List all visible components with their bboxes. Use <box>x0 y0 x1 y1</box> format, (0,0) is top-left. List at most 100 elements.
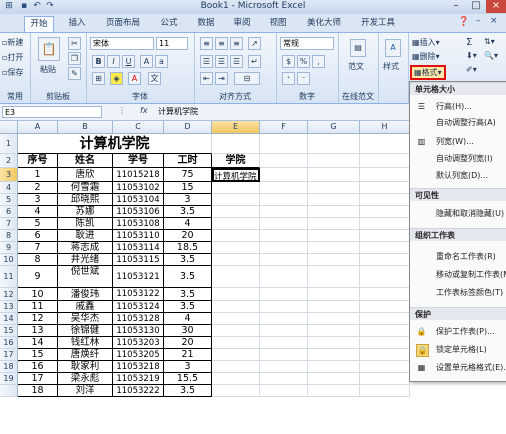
sort-filter-icon[interactable]: ⇅▾ <box>484 37 495 46</box>
row-header-1[interactable]: 1 <box>0 134 18 154</box>
cell[interactable] <box>212 385 260 397</box>
cell[interactable] <box>308 361 360 373</box>
row-header-3[interactable]: 3 <box>0 168 18 182</box>
cell[interactable] <box>212 337 260 349</box>
cell[interactable] <box>260 301 308 313</box>
data-cell[interactable]: 11053124 <box>113 301 164 313</box>
data-cell[interactable]: 苏娜 <box>58 206 113 218</box>
currency-icon[interactable]: $ <box>282 55 295 68</box>
menu-item-tab-color[interactable]: 工作表标签颜色(T) <box>410 285 506 300</box>
row-header-6[interactable]: 6 <box>0 206 18 218</box>
cell[interactable] <box>308 266 360 288</box>
data-cell[interactable]: 7 <box>18 242 58 254</box>
cell[interactable] <box>260 385 308 397</box>
cell[interactable] <box>308 349 360 361</box>
fill-icon[interactable]: ⬇▾ <box>466 51 477 60</box>
data-cell[interactable]: 3.5 <box>164 206 212 218</box>
cell[interactable] <box>360 266 410 288</box>
row-header-9[interactable]: 9 <box>0 242 18 254</box>
column-header-g[interactable]: G <box>308 121 360 134</box>
data-cell[interactable]: 耿家利 <box>58 361 113 373</box>
data-cell[interactable]: 倪世斌 <box>58 266 113 288</box>
template-button[interactable]: 范文 <box>348 61 364 72</box>
menu-item-move-copy[interactable]: 移动或复制工作表(M)... <box>410 267 506 282</box>
cell[interactable] <box>260 266 308 288</box>
align-left-icon[interactable]: ☰ <box>200 55 213 68</box>
data-cell[interactable]: 15 <box>164 182 212 194</box>
tab-insert[interactable]: 插入 <box>62 16 92 31</box>
menu-item-lock-cell[interactable]: 🔒 锁定单元格(L) <box>410 342 506 357</box>
grow-font-icon[interactable]: A <box>140 55 153 68</box>
cell[interactable] <box>308 313 360 325</box>
data-cell[interactable]: 11053222 <box>113 385 164 397</box>
help-icon[interactable]: ❓ <box>458 17 469 27</box>
new-button[interactable]: ▫新建 <box>2 37 23 48</box>
cell[interactable] <box>360 154 410 168</box>
align-top-icon[interactable]: ≡ <box>200 37 213 50</box>
data-cell[interactable]: 吴华杰 <box>58 313 113 325</box>
data-cell[interactable]: 3.5 <box>164 266 212 288</box>
cell[interactable] <box>260 230 308 242</box>
cell[interactable] <box>360 134 410 154</box>
column-header-b[interactable]: B <box>58 121 113 134</box>
styles-button[interactable]: 样式 <box>383 61 399 72</box>
fx-button[interactable]: fx <box>140 106 148 115</box>
tab-review[interactable]: 审阅 <box>227 16 257 31</box>
row-header-10[interactable]: 10 <box>0 254 18 266</box>
data-cell[interactable]: 邱晓熙 <box>58 194 113 206</box>
data-cell[interactable]: 11053203 <box>113 337 164 349</box>
data-cell[interactable]: 13 <box>18 325 58 337</box>
data-cell[interactable]: 21 <box>164 349 212 361</box>
header-cell[interactable]: 学号 <box>113 154 164 168</box>
data-cell[interactable]: 6 <box>18 230 58 242</box>
data-cell[interactable]: 18 <box>18 385 58 397</box>
cell[interactable] <box>308 182 360 194</box>
cell[interactable] <box>212 218 260 230</box>
cell[interactable] <box>212 288 260 301</box>
data-cell[interactable]: 唐焕纤 <box>58 349 113 361</box>
data-cell[interactable]: 何雪霜 <box>58 182 113 194</box>
cell[interactable] <box>212 242 260 254</box>
cell[interactable] <box>360 182 410 194</box>
worksheet-grid[interactable]: ABCDEFGH 1 2 3 4 5 6 7 8 9 10 11 12 13 14 15 16 17 18 19 计… <box>0 121 410 434</box>
cell[interactable] <box>260 361 308 373</box>
row-header-13[interactable]: 13 <box>0 301 18 313</box>
minimize-icon[interactable]: – <box>446 0 466 13</box>
data-cell[interactable]: 11053115 <box>113 254 164 266</box>
menu-item-autofit-column[interactable]: 自动调整列宽(I) <box>410 151 506 166</box>
data-cell[interactable]: 4 <box>18 206 58 218</box>
tab-formulas[interactable]: 公式 <box>154 16 184 31</box>
column-header-e[interactable]: E <box>212 121 260 134</box>
cell[interactable] <box>308 218 360 230</box>
row-header-18[interactable]: 18 <box>0 361 18 373</box>
clear-icon[interactable]: ✐▾ <box>466 65 477 74</box>
row-header-4[interactable]: 4 <box>0 182 18 194</box>
data-cell[interactable]: 井光绪 <box>58 254 113 266</box>
align-bottom-icon[interactable]: ≡ <box>230 37 243 50</box>
data-cell[interactable]: 11 <box>18 301 58 313</box>
cell[interactable] <box>260 242 308 254</box>
tab-data[interactable]: 数据 <box>191 16 221 31</box>
cut-icon[interactable]: ✂ <box>68 37 81 50</box>
menu-item-default-width[interactable]: 默认列宽(D)... <box>410 168 506 183</box>
increase-decimal-icon[interactable]: ⁺ <box>282 72 295 85</box>
cell[interactable] <box>360 230 410 242</box>
data-cell[interactable]: 3.5 <box>164 288 212 301</box>
fill-color-icon[interactable]: ◈ <box>110 72 123 85</box>
tab-home[interactable]: 开始 <box>24 16 54 32</box>
data-cell[interactable]: 3.5 <box>164 254 212 266</box>
cell[interactable] <box>360 361 410 373</box>
styles-icon[interactable]: A <box>385 39 401 57</box>
borders-icon[interactable]: ⊞ <box>92 72 105 85</box>
cell[interactable] <box>260 168 308 182</box>
cell[interactable] <box>212 361 260 373</box>
cell[interactable] <box>260 337 308 349</box>
cell[interactable] <box>308 154 360 168</box>
data-cell[interactable]: 8 <box>18 254 58 266</box>
cell[interactable] <box>360 194 410 206</box>
cell[interactable] <box>212 254 260 266</box>
paste-label[interactable]: 粘贴 <box>40 64 56 75</box>
cell[interactable] <box>308 325 360 337</box>
indent-decrease-icon[interactable]: ⇤ <box>200 72 213 85</box>
number-format-box[interactable]: 常规 <box>280 37 334 50</box>
